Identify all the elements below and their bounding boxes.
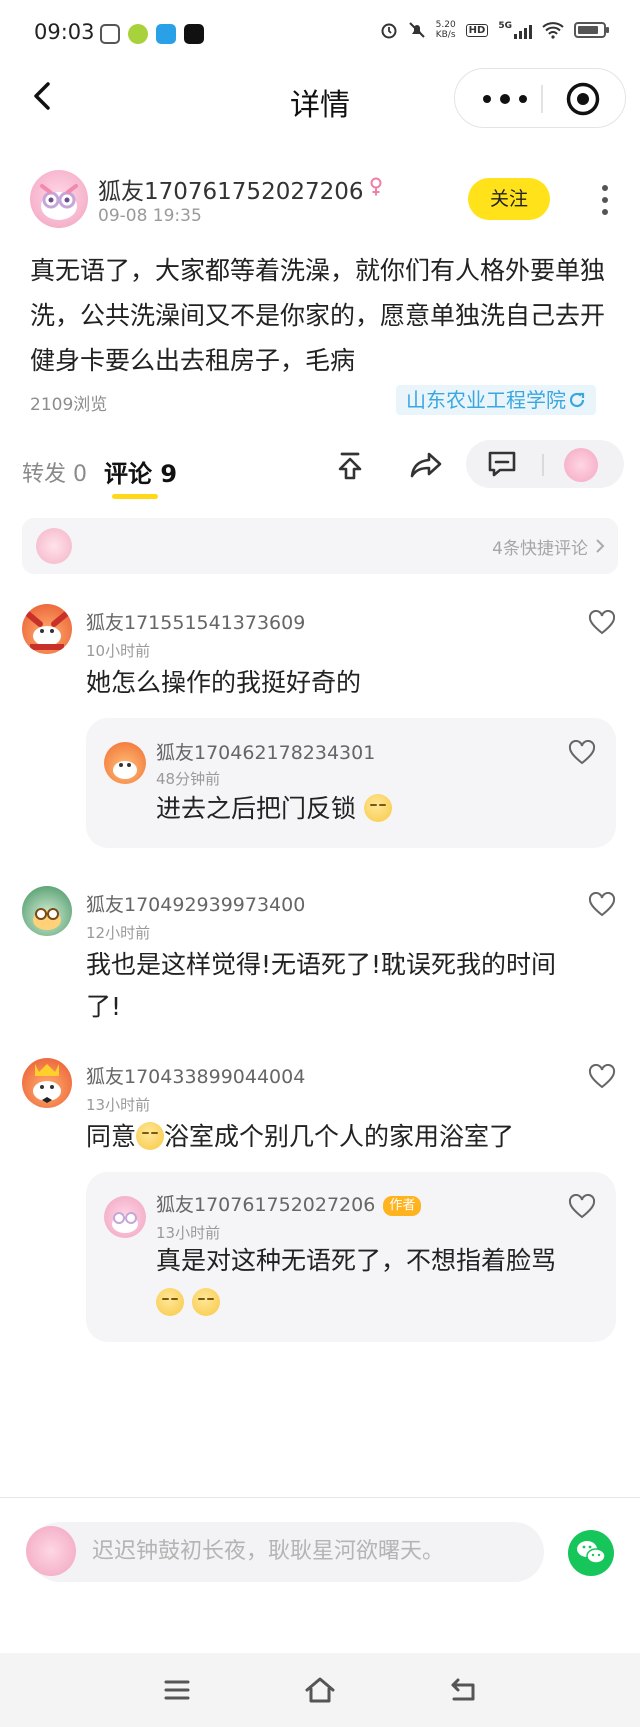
comment-text: 我也是这样觉得!无语死了!耽误死我的时间 了! xyxy=(86,950,557,1021)
laugh-emoji-icon xyxy=(136,1122,165,1150)
post-time: 09-08 19:35 xyxy=(98,206,202,226)
reply-avatar[interactable] xyxy=(104,742,146,784)
like-heart-icon[interactable] xyxy=(588,892,616,918)
miniapp-capsule xyxy=(454,68,626,128)
post-author: 狐友170761752027206 09-08 19:35 关注 xyxy=(28,168,628,230)
my-avatar xyxy=(26,1526,76,1576)
comment-input-bar: 迟迟钟鼓初长夜，耿耿星河欲曙天。 xyxy=(0,1498,640,1653)
reply-time: 48分钟前 xyxy=(156,770,221,788)
commenter-name[interactable]: 狐友171551541373609 xyxy=(86,608,305,635)
like-heart-icon[interactable] xyxy=(568,740,596,766)
commenter-avatar[interactable] xyxy=(22,604,72,654)
comment-item: 狐友171551541373609 10小时前 她怎么操作的我挺好奇的 狐友17… xyxy=(0,600,640,860)
comment-item: 狐友170433899044004 13小时前 同意 浴室成个别几个人的家用浴室了… xyxy=(0,1054,640,1354)
fox-avatar-icon xyxy=(112,1212,138,1233)
share-icon[interactable] xyxy=(406,446,446,486)
signal-icon: 5G xyxy=(498,21,532,39)
comment-input[interactable]: 迟迟钟鼓初长夜，耿耿星河欲曙天。 xyxy=(30,1522,544,1582)
tab-forward[interactable]: 转发 0 xyxy=(22,456,87,488)
author-badge: 作者 xyxy=(383,1196,422,1216)
reply-text: 真是对这种无语死了，不想指着脸骂 xyxy=(156,1240,596,1324)
wechat-icon xyxy=(577,1541,606,1564)
reply-name[interactable]: 狐友170761752027206 作者 xyxy=(156,1190,422,1217)
commenter-avatar[interactable] xyxy=(22,886,72,936)
smug-emoji-icon xyxy=(156,1288,184,1316)
reply-avatar[interactable] xyxy=(104,1196,146,1238)
wechat-share-button[interactable] xyxy=(568,1530,614,1576)
top-up-icon[interactable] xyxy=(330,446,370,486)
net-speed: 5.20 KB/s xyxy=(435,20,456,40)
status-indicators: 5.20 KB/s HD 5G xyxy=(380,20,609,40)
tab-bar: 转发 0 评论 9 xyxy=(0,440,640,502)
fox-avatar-icon xyxy=(40,184,78,220)
view-count: 2109浏览 xyxy=(30,395,108,415)
reply-box: 狐友170462178234301 48分钟前 进去之后把门反锁 xyxy=(86,718,616,848)
kebab-menu-icon[interactable] xyxy=(600,182,610,218)
chevron-right-icon xyxy=(596,539,605,553)
hd-icon: HD xyxy=(465,23,489,37)
battery-icon xyxy=(574,22,609,38)
nav-bar: 详情 xyxy=(0,66,640,130)
smug-emoji-icon xyxy=(191,1288,220,1316)
reply-text: 进去之后把门反锁 xyxy=(156,788,392,830)
home-icon[interactable] xyxy=(303,1673,337,1707)
comment-time: 12小时前 xyxy=(86,924,151,942)
comment-time: 10小时前 xyxy=(86,642,151,660)
comment-action-pill[interactable] xyxy=(466,440,624,488)
female-icon xyxy=(370,177,381,196)
mute-icon xyxy=(408,22,425,38)
fox-avatar-icon xyxy=(113,761,137,779)
comment-text: 她怎么操作的我挺好奇的 xyxy=(86,668,362,697)
wifi-icon xyxy=(542,22,564,39)
quick-comments-bar[interactable]: 4条快捷评论 xyxy=(22,518,618,574)
active-tab-indicator xyxy=(112,494,158,499)
like-heart-icon[interactable] xyxy=(568,1194,596,1220)
send-app-icon xyxy=(156,24,176,44)
like-heart-icon[interactable] xyxy=(588,610,616,636)
app-notification-icon xyxy=(100,24,120,44)
reply-box: 狐友170761752027206 作者 13小时前 真是对这种无语死了，不想指… xyxy=(86,1172,616,1342)
status-time: 09:03 xyxy=(34,20,95,44)
follow-button[interactable]: 关注 xyxy=(468,178,550,220)
refresh-icon xyxy=(569,392,585,408)
comment-icon xyxy=(488,451,516,477)
school-tag[interactable]: 山东农业工程学院 xyxy=(396,385,596,415)
comment-time: 13小时前 xyxy=(86,1096,151,1114)
quick-comment-avatar xyxy=(36,528,72,564)
post-content: 真无语了，大家都等着洗澡，就你们有人格外要单独洗，公共洗澡间又不是你家的，愿意单… xyxy=(30,256,606,375)
notification-icons xyxy=(100,24,204,44)
fox-avatar-icon xyxy=(33,1064,61,1103)
author-avatar[interactable] xyxy=(30,170,88,228)
quick-comments-label: 4条快捷评论 xyxy=(492,539,588,559)
commenter-name[interactable]: 狐友170492939973400 xyxy=(86,890,305,917)
laugh-emoji-icon xyxy=(363,794,392,822)
status-bar: 09:03 5.20 KB/s HD 5G xyxy=(0,0,640,70)
alarm-icon xyxy=(381,23,397,39)
capsule-divider xyxy=(541,85,543,113)
back-nav-icon[interactable] xyxy=(446,1673,480,1707)
user-avatar xyxy=(564,448,598,482)
close-miniapp-icon[interactable] xyxy=(565,81,601,117)
app-notification-icon xyxy=(128,24,148,44)
pill-divider xyxy=(542,454,544,476)
more-menu-icon[interactable] xyxy=(477,85,533,113)
commenter-avatar[interactable] xyxy=(22,1058,72,1108)
reply-name[interactable]: 狐友170462178234301 xyxy=(156,738,375,765)
comment-item: 狐友170492939973400 12小时前 我也是这样觉得!无语死了!耽误死… xyxy=(0,882,640,1032)
commenter-name[interactable]: 狐友170433899044004 xyxy=(86,1062,305,1089)
menu-icon[interactable] xyxy=(160,1673,194,1707)
fox-avatar-icon xyxy=(25,611,69,650)
author-name[interactable]: 狐友170761752027206 xyxy=(98,172,384,206)
system-nav-bar xyxy=(0,1653,640,1727)
comment-text: 同意 浴室成个别几个人的家用浴室了 xyxy=(86,1122,515,1151)
tiktok-icon xyxy=(184,24,204,44)
like-heart-icon[interactable] xyxy=(588,1064,616,1090)
tab-comments[interactable]: 评论 9 xyxy=(104,454,177,489)
fox-avatar-icon xyxy=(33,908,61,930)
